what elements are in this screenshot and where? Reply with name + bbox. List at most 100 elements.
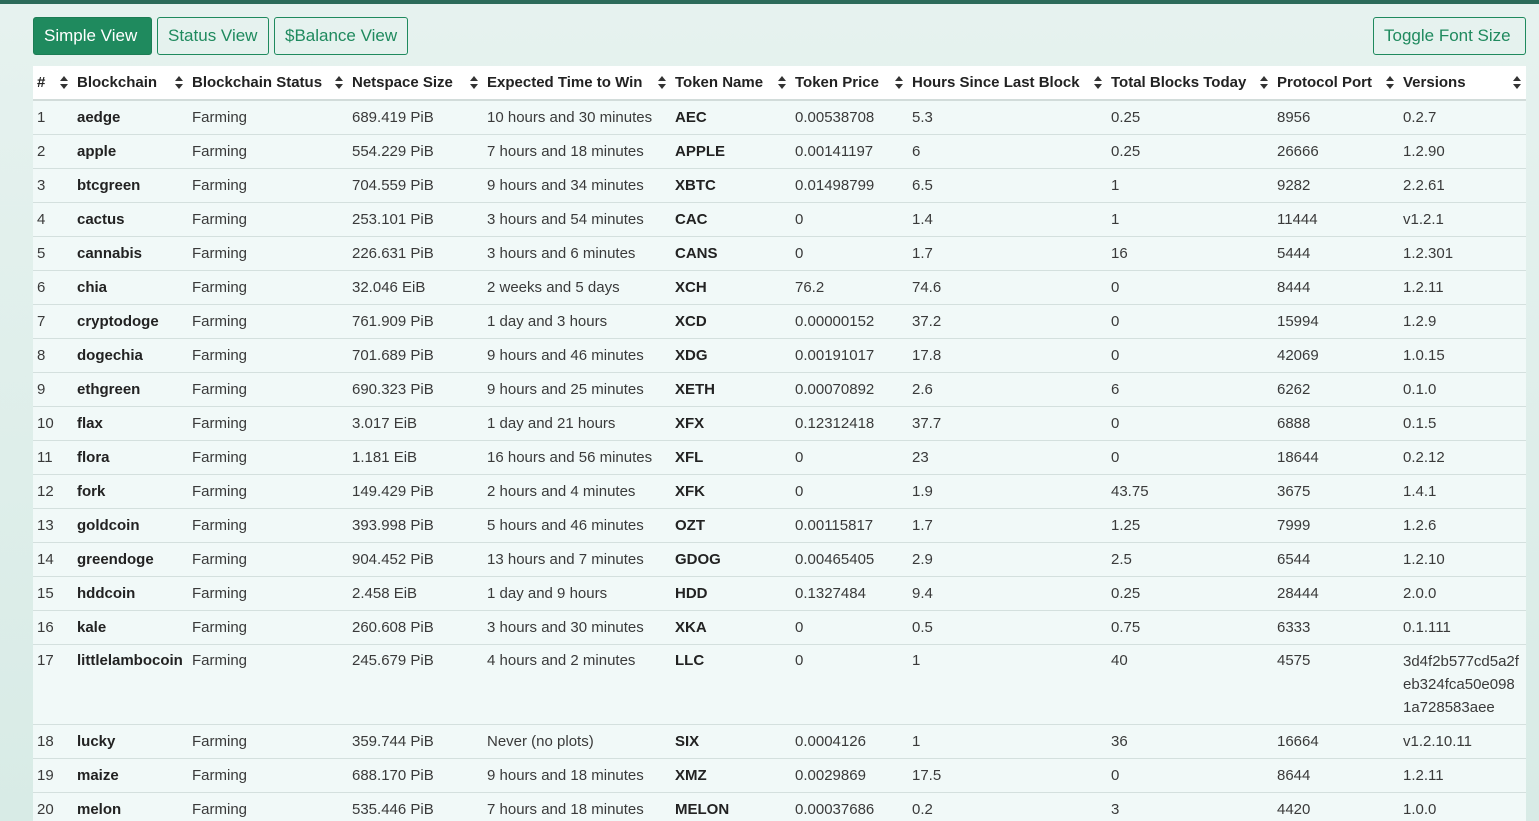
- cell-blockchain: fork: [73, 473, 188, 508]
- sort-arrows-icon[interactable]: [335, 76, 343, 89]
- table-row[interactable]: 6 chia Farming 32.046 EiB 2 weeks and 5 days…: [33, 269, 1526, 304]
- cell-protocol-port: 6888: [1273, 405, 1399, 440]
- cell-token-price: 0: [791, 201, 908, 236]
- column-header-expected-time[interactable]: Expected Time to Win: [483, 66, 671, 101]
- balance-view-button[interactable]: $Balance View: [274, 17, 408, 55]
- cell-blockchain: apple: [73, 133, 188, 168]
- cell-hours-since-block: 17.5: [908, 757, 1107, 792]
- cell-token-name: XDG: [671, 337, 791, 372]
- cell-expected-time: 1 day and 21 hours: [483, 405, 671, 440]
- cell-blocks-today: 16: [1107, 235, 1273, 270]
- table-row[interactable]: 3 btcgreen Farming 704.559 PiB 9 hours and 3…: [33, 167, 1526, 202]
- table-header-row: # Blockchain Blockchain Status Netspace Siz…: [33, 66, 1526, 101]
- cell-netspace: 554.229 PiB: [348, 133, 483, 168]
- cell-token-price: 0.00070892: [791, 371, 908, 406]
- cell-token-name: XFK: [671, 473, 791, 508]
- cell-protocol-port: 8444: [1273, 269, 1399, 304]
- table-row[interactable]: 12 fork Farming 149.429 PiB 2 hours and 4 mi…: [33, 473, 1526, 508]
- cell-token-name: XCD: [671, 303, 791, 338]
- column-header-protocol-port[interactable]: Protocol Port: [1273, 66, 1399, 101]
- cell-versions: 0.2.7: [1399, 99, 1526, 134]
- cell-expected-time: 3 hours and 30 minutes: [483, 609, 671, 644]
- sort-arrows-icon[interactable]: [778, 76, 786, 89]
- simple-view-button[interactable]: Simple View: [33, 17, 152, 55]
- table-row[interactable]: 9 ethgreen Farming 690.323 PiB 9 hours and 2…: [33, 371, 1526, 406]
- cell-index: 2: [33, 133, 73, 168]
- table-row[interactable]: 13 goldcoin Farming 393.998 PiB 5 hours and …: [33, 507, 1526, 542]
- sort-arrows-icon[interactable]: [1386, 76, 1394, 89]
- table-row[interactable]: 11 flora Farming 1.181 EiB 16 hours and 56 m…: [33, 439, 1526, 474]
- table-row[interactable]: 17 littlelambocoin Farming 245.679 PiB 4 hou…: [33, 643, 1526, 724]
- cell-versions: 1.2.301: [1399, 235, 1526, 270]
- cell-expected-time: 13 hours and 7 minutes: [483, 541, 671, 576]
- table-row[interactable]: 20 melon Farming 535.446 PiB 7 hours and 18 …: [33, 791, 1526, 821]
- column-header-status[interactable]: Blockchain Status: [188, 66, 348, 101]
- cell-versions: 1.2.9: [1399, 303, 1526, 338]
- cell-status: Farming: [188, 303, 348, 338]
- sort-arrows-icon[interactable]: [175, 76, 183, 89]
- cell-hours-since-block: 1.4: [908, 201, 1107, 236]
- column-header-index[interactable]: #: [33, 66, 73, 101]
- cell-blocks-today: 2.5: [1107, 541, 1273, 576]
- cell-token-name: XFL: [671, 439, 791, 474]
- cell-blocks-today: 1: [1107, 167, 1273, 202]
- cell-protocol-port: 6544: [1273, 541, 1399, 576]
- cell-hours-since-block: 37.2: [908, 303, 1107, 338]
- column-header-hours-since-block[interactable]: Hours Since Last Block: [908, 66, 1107, 101]
- column-header-token-name[interactable]: Token Name: [671, 66, 791, 101]
- column-header-blocks-today[interactable]: Total Blocks Today: [1107, 66, 1273, 101]
- sort-arrows-icon[interactable]: [658, 76, 666, 89]
- cell-blocks-today: 0: [1107, 269, 1273, 304]
- cell-versions: 1.2.10: [1399, 541, 1526, 576]
- cell-blocks-today: 0.75: [1107, 609, 1273, 644]
- sort-arrows-icon[interactable]: [1094, 76, 1102, 89]
- sort-arrows-icon[interactable]: [895, 76, 903, 89]
- sort-arrows-icon[interactable]: [1513, 76, 1521, 89]
- cell-index: 1: [33, 99, 73, 134]
- table-row[interactable]: 8 dogechia Farming 701.689 PiB 9 hours and 4…: [33, 337, 1526, 372]
- cell-index: 20: [33, 791, 73, 821]
- cell-blocks-today: 0: [1107, 405, 1273, 440]
- sort-arrows-icon[interactable]: [470, 76, 478, 89]
- sort-arrows-icon[interactable]: [60, 76, 68, 89]
- column-header-netspace[interactable]: Netspace Size: [348, 66, 483, 101]
- column-header-blockchain[interactable]: Blockchain: [73, 66, 188, 101]
- cell-blockchain: melon: [73, 791, 188, 821]
- cell-status: Farming: [188, 99, 348, 134]
- cell-blocks-today: 40: [1107, 643, 1273, 724]
- column-header-label: Versions: [1403, 74, 1466, 91]
- cell-token-price: 0.12312418: [791, 405, 908, 440]
- cell-index: 18: [33, 723, 73, 758]
- table-row[interactable]: 1 aedge Farming 689.419 PiB 10 hours and 30 …: [33, 99, 1526, 134]
- status-view-button[interactable]: Status View: [157, 17, 269, 55]
- table-row[interactable]: 19 maize Farming 688.170 PiB 9 hours and 18 …: [33, 757, 1526, 792]
- cell-token-name: SIX: [671, 723, 791, 758]
- table-row[interactable]: 15 hddcoin Farming 2.458 EiB 1 day and 9 hou…: [33, 575, 1526, 610]
- cell-index: 15: [33, 575, 73, 610]
- sort-arrows-icon[interactable]: [1260, 76, 1268, 89]
- cell-expected-time: 1 day and 3 hours: [483, 303, 671, 338]
- table-row[interactable]: 5 cannabis Farming 226.631 PiB 3 hours and 6…: [33, 235, 1526, 270]
- cell-versions: 1.2.11: [1399, 757, 1526, 792]
- table-row[interactable]: 7 cryptodoge Farming 761.909 PiB 1 day and 3…: [33, 303, 1526, 338]
- cell-netspace: 690.323 PiB: [348, 371, 483, 406]
- toggle-font-size-button[interactable]: Toggle Font Size: [1373, 17, 1526, 55]
- cell-index: 16: [33, 609, 73, 644]
- column-header-label: Token Name: [675, 74, 764, 91]
- table-row[interactable]: 4 cactus Farming 253.101 PiB 3 hours and 54 …: [33, 201, 1526, 236]
- table-row[interactable]: 14 greendoge Farming 904.452 PiB 13 hours an…: [33, 541, 1526, 576]
- column-header-label: Expected Time to Win: [487, 74, 643, 91]
- view-toolbar: Simple View Status View $Balance View To…: [33, 17, 1526, 55]
- column-header-versions[interactable]: Versions: [1399, 66, 1526, 101]
- column-header-label: Netspace Size: [352, 74, 453, 91]
- cell-blocks-today: 0: [1107, 757, 1273, 792]
- cell-protocol-port: 6262: [1273, 371, 1399, 406]
- table-row[interactable]: 2 apple Farming 554.229 PiB 7 hours and 18 m…: [33, 133, 1526, 168]
- table-row[interactable]: 16 kale Farming 260.608 PiB 3 hours and 30 m…: [33, 609, 1526, 644]
- table-row[interactable]: 18 lucky Farming 359.744 PiB Never (no plots…: [33, 723, 1526, 758]
- cell-versions: 0.1.5: [1399, 405, 1526, 440]
- table-row[interactable]: 10 flax Farming 3.017 EiB 1 day and 21 hours…: [33, 405, 1526, 440]
- column-header-token-price[interactable]: Token Price: [791, 66, 908, 101]
- cell-token-name: GDOG: [671, 541, 791, 576]
- window-top-edge: [0, 0, 1539, 4]
